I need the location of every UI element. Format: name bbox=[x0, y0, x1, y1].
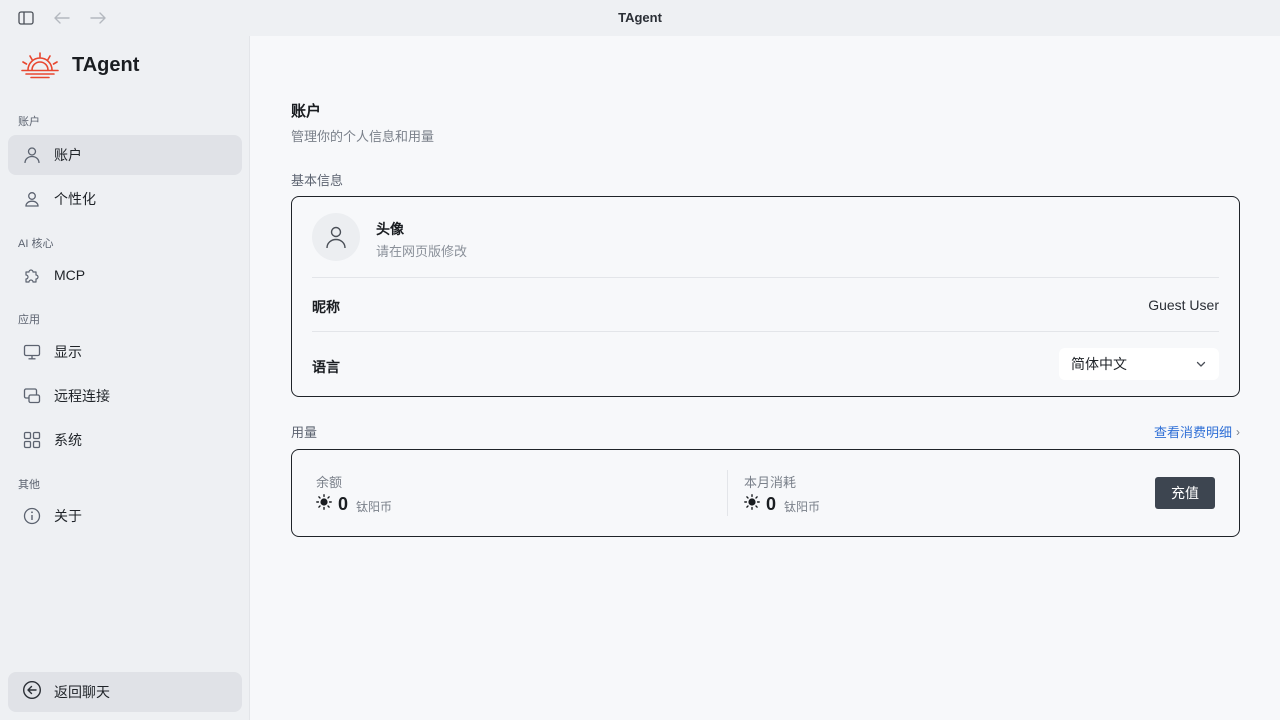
language-select[interactable]: 简体中文 bbox=[1059, 348, 1219, 380]
circle-arrow-left-icon bbox=[22, 680, 42, 705]
sidebar-item-label: 账户 bbox=[54, 147, 82, 163]
page-title: 账户 bbox=[291, 103, 322, 120]
sun-icon bbox=[316, 494, 332, 515]
divider bbox=[312, 277, 1219, 278]
back-to-chat-button[interactable]: 返回聊天 bbox=[8, 672, 242, 712]
balance-value: 0 bbox=[338, 494, 349, 514]
section-label-account: 账户 bbox=[18, 116, 40, 128]
back-to-chat-label: 返回聊天 bbox=[54, 684, 110, 700]
brand: TAgent bbox=[20, 50, 139, 80]
divider bbox=[312, 331, 1219, 332]
language-select-value: 简体中文 bbox=[1071, 356, 1127, 372]
view-spending-details-link[interactable]: 查看消费明细 › bbox=[1154, 422, 1240, 441]
balance-unit: 钛阳币 bbox=[356, 500, 393, 514]
remote-icon bbox=[22, 386, 42, 406]
usage-label: 用量 bbox=[291, 425, 318, 440]
balance-value-group: 0 钛阳币 bbox=[316, 494, 392, 515]
basic-info-label: 基本信息 bbox=[291, 173, 344, 188]
basic-info-card: 头像 请在网页版修改 昵称 Guest User 语言 简体中文 bbox=[291, 196, 1240, 397]
divider bbox=[727, 470, 728, 516]
sidebar-item-label: MCP bbox=[54, 267, 86, 283]
window-title: TAgent bbox=[618, 10, 662, 25]
monthly-usage-value-group: 0 钛阳币 bbox=[744, 494, 820, 515]
sidebar-item-label: 系统 bbox=[54, 432, 82, 448]
sidebar-item-system[interactable]: 系统 bbox=[8, 420, 242, 460]
grid-icon bbox=[22, 430, 42, 450]
section-label-other: 其他 bbox=[18, 479, 40, 491]
sidebar-item-account[interactable]: 账户 bbox=[8, 135, 242, 175]
sidebar-item-label: 远程连接 bbox=[54, 388, 110, 404]
info-icon bbox=[22, 506, 42, 526]
sidebar: TAgent 账户 账户 个性化 AI 核心 MCP 应用 显示 远程连接 系统… bbox=[0, 36, 250, 720]
nickname-label: 昵称 bbox=[312, 299, 340, 315]
avatar-title: 头像 bbox=[376, 221, 404, 237]
section-label-ai-core: AI 核心 bbox=[18, 238, 54, 250]
avatar bbox=[312, 213, 360, 261]
puzzle-icon bbox=[22, 265, 42, 285]
sun-icon bbox=[744, 494, 760, 515]
usage-card: 余额 0 钛阳币 本月消耗 0 钛阳币 充值 bbox=[291, 449, 1240, 537]
section-label-apps: 应用 bbox=[18, 314, 40, 326]
sidebar-item-label: 关于 bbox=[54, 508, 82, 524]
language-label: 语言 bbox=[312, 359, 340, 375]
user-icon bbox=[22, 145, 42, 165]
sidebar-item-display[interactable]: 显示 bbox=[8, 332, 242, 372]
sidebar-item-about[interactable]: 关于 bbox=[8, 496, 242, 536]
monthly-usage-label: 本月消耗 bbox=[744, 475, 797, 490]
user-icon bbox=[22, 189, 42, 209]
monthly-usage-unit: 钛阳币 bbox=[784, 500, 821, 514]
recharge-button[interactable]: 充值 bbox=[1155, 477, 1215, 509]
monitor-icon bbox=[22, 342, 42, 362]
chevron-right-icon: › bbox=[1236, 424, 1240, 439]
chevron-down-icon bbox=[1195, 357, 1207, 373]
sunrise-logo-icon bbox=[21, 52, 59, 79]
title-bar: TAgent bbox=[0, 0, 1280, 36]
sidebar-item-personalization[interactable]: 个性化 bbox=[8, 179, 242, 219]
sidebar-item-label: 显示 bbox=[54, 344, 82, 360]
view-spending-details-label: 查看消费明细 bbox=[1153, 425, 1232, 440]
monthly-usage-value: 0 bbox=[766, 494, 777, 514]
user-icon bbox=[326, 226, 346, 249]
sidebar-item-remote[interactable]: 远程连接 bbox=[8, 376, 242, 416]
nickname-value: Guest User bbox=[1148, 297, 1219, 313]
balance-label: 余额 bbox=[316, 475, 343, 490]
sidebar-item-mcp[interactable]: MCP bbox=[8, 255, 242, 295]
brand-name: TAgent bbox=[72, 53, 140, 76]
sidebar-item-label: 个性化 bbox=[54, 191, 96, 207]
avatar-hint: 请在网页版修改 bbox=[376, 244, 468, 259]
main-content: 账户 管理你的个人信息和用量 基本信息 头像 请在网页版修改 昵称 Guest … bbox=[251, 36, 1280, 720]
page-subtitle: 管理你的个人信息和用量 bbox=[291, 129, 435, 144]
